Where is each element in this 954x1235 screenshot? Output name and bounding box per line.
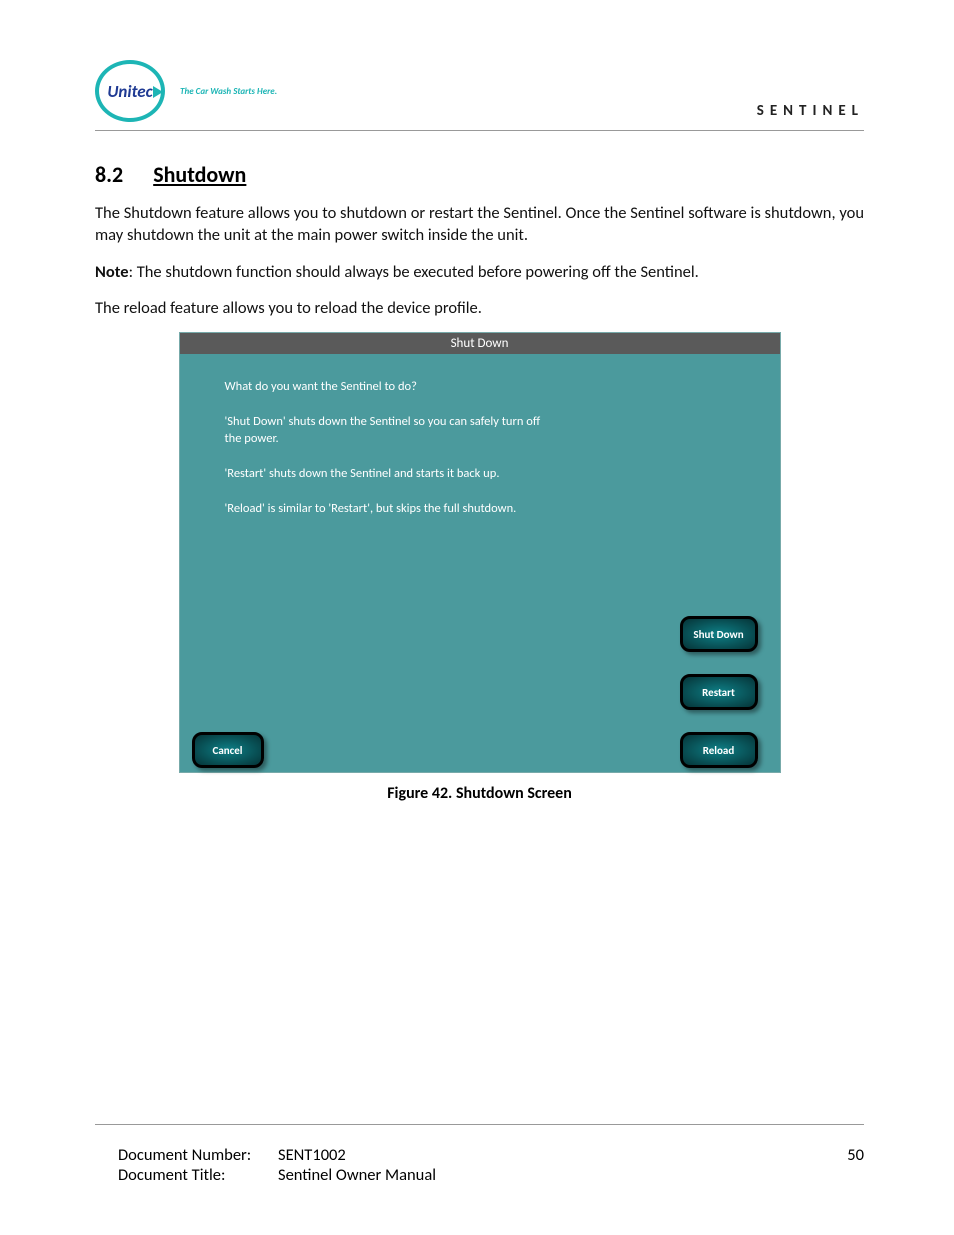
page-footer: Document Number: SENT1002 Document Title… xyxy=(118,1145,864,1185)
doc-title-label: Document Title: xyxy=(118,1165,278,1185)
shut-down-button[interactable]: Shut Down xyxy=(680,616,758,652)
product-name: SENTINEL xyxy=(757,102,864,122)
page-number: 50 xyxy=(847,1145,864,1185)
doc-title: Sentinel Owner Manual xyxy=(278,1165,436,1185)
footer-left: Document Number: SENT1002 Document Title… xyxy=(118,1145,436,1185)
tagline: The Car Wash Starts Here. xyxy=(180,86,277,97)
paragraph-2: The reload feature allows you to reload … xyxy=(95,297,864,319)
dialog-line-2: 'Restart' shuts down the Sentinel and st… xyxy=(225,466,555,483)
dialog-line-1: 'Shut Down' shuts down the Sentinel so y… xyxy=(225,414,555,448)
dialog-titlebar: Shut Down xyxy=(180,333,780,354)
doc-num-label: Document Number: xyxy=(118,1145,278,1165)
dialog-question: What do you want the Sentinel to do? xyxy=(225,379,555,396)
page-header: Unitec The Car Wash Starts Here. SENTINE… xyxy=(95,60,864,131)
paragraph-1: The Shutdown feature allows you to shutd… xyxy=(95,202,864,247)
restart-button[interactable]: Restart xyxy=(680,674,758,710)
reload-button[interactable]: Reload xyxy=(680,732,758,768)
section-heading: 8.2 Shutdown xyxy=(95,161,864,188)
dialog-line-3: 'Reload' is similar to 'Restart', but sk… xyxy=(225,501,555,518)
logo-area: Unitec The Car Wash Starts Here. xyxy=(95,60,277,122)
shutdown-dialog: Shut Down What do you want the Sentinel … xyxy=(180,333,780,772)
cancel-button[interactable]: Cancel xyxy=(192,732,264,768)
section-number: 8.2 xyxy=(95,161,123,188)
note-label: Note xyxy=(95,262,129,282)
dialog-panel: What do you want the Sentinel to do? 'Sh… xyxy=(180,354,780,772)
doc-num: SENT1002 xyxy=(278,1145,346,1165)
paragraph-note: Note: The shutdown function should alway… xyxy=(95,261,864,283)
logo-text: Unitec xyxy=(107,81,152,102)
footer-divider xyxy=(95,1124,864,1125)
note-text: : The shutdown function should always be… xyxy=(129,262,699,282)
section-title: Shutdown xyxy=(153,161,246,188)
figure-caption: Figure 42. Shutdown Screen xyxy=(95,784,864,803)
unitec-logo-icon: Unitec xyxy=(95,60,165,122)
